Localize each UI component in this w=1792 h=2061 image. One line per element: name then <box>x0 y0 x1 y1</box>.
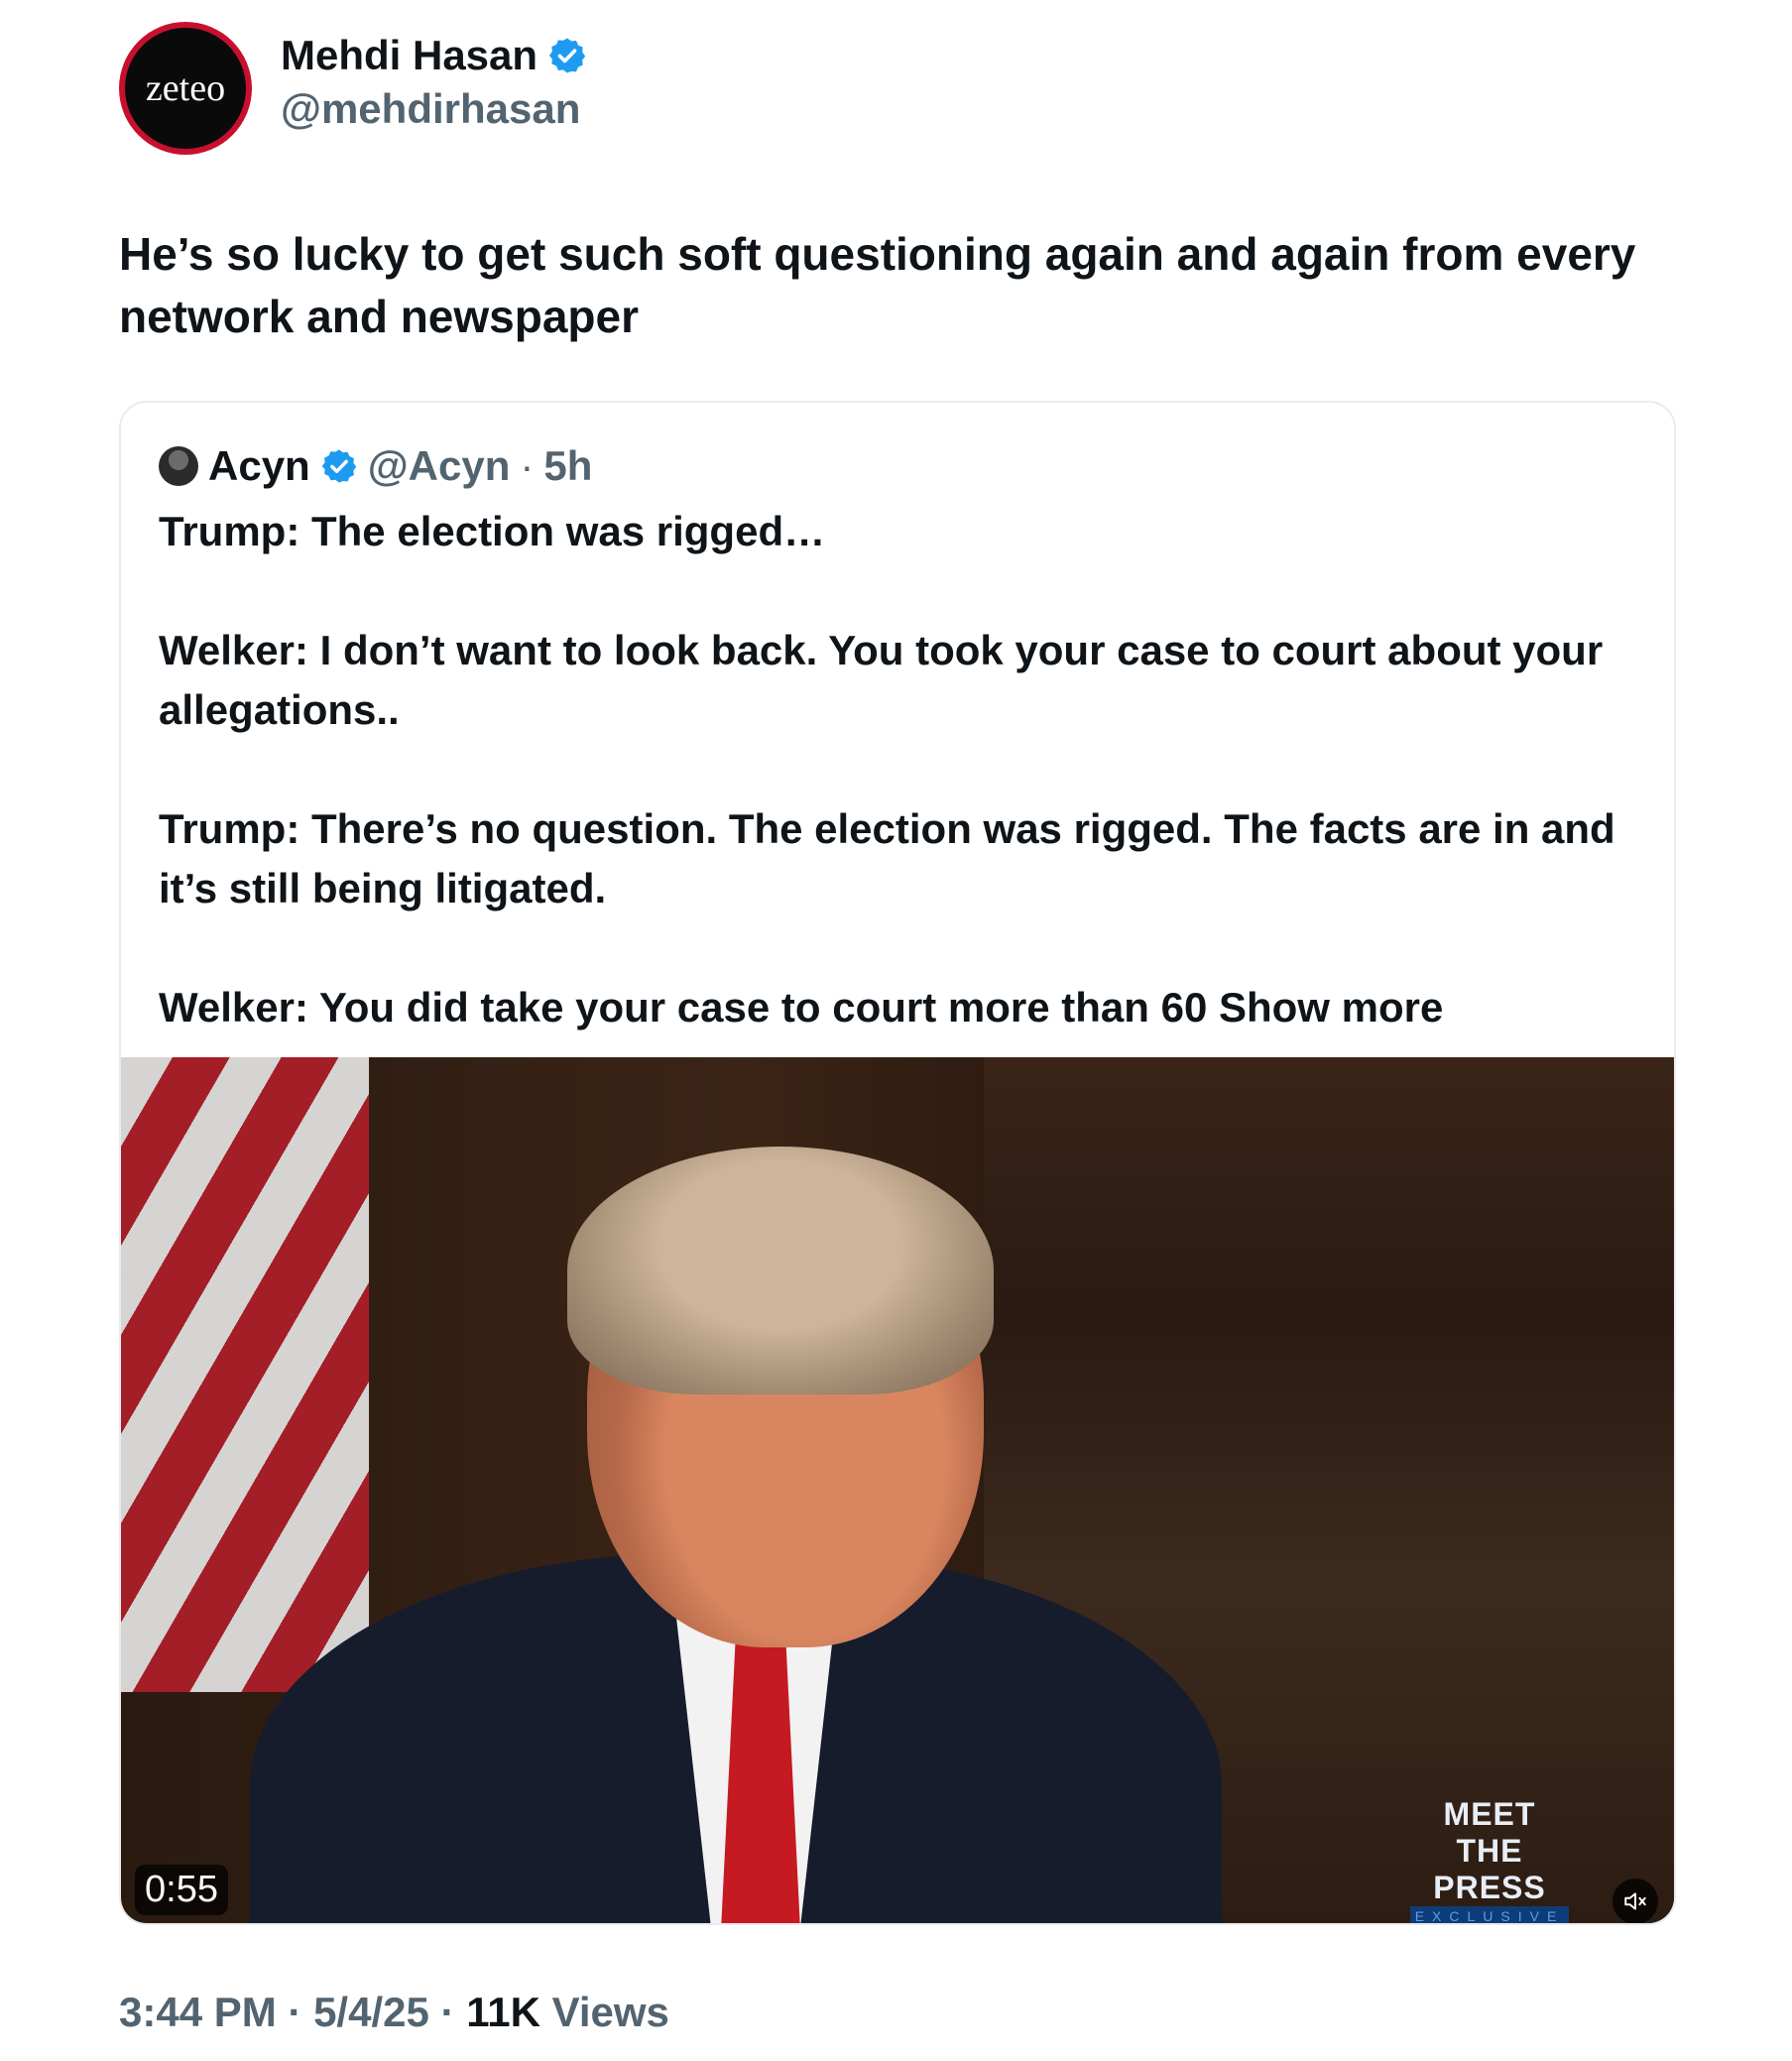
views-label: Views <box>551 1989 669 2035</box>
show-more-link[interactable]: Show more <box>1219 984 1443 1030</box>
avatar-text: zeteo <box>145 67 226 109</box>
muted-speaker-icon <box>1624 1892 1646 1910</box>
views-count: 11K <box>466 1989 540 2035</box>
tweet-header: zeteo Mehdi Hasan @mehdirhasan <box>119 22 1012 155</box>
name-row: Mehdi Hasan <box>281 32 587 79</box>
post-time[interactable]: 3:44 PM <box>119 1989 277 2035</box>
verified-badge-icon <box>321 449 356 483</box>
display-name[interactable]: Mehdi Hasan <box>281 32 538 79</box>
quoted-handle[interactable]: @Acyn <box>368 442 511 490</box>
quoted-tweet-header: Acyn @Acyn · 5h <box>159 442 592 490</box>
quoted-tweet-text: Trump: The election was rigged… Welker: … <box>159 502 1636 1037</box>
video-person-hair <box>567 1147 994 1394</box>
quoted-tweet[interactable]: Acyn @Acyn · 5h Trump: The election was … <box>119 401 1676 1925</box>
video-flag <box>121 1057 369 1692</box>
tweet-meta: 3:44 PM · 5/4/25 · 11K Views <box>119 1989 669 2036</box>
mute-button[interactable] <box>1613 1879 1658 1923</box>
meet-the-press-logo: MEET THE PRESS EXCLUSIVE <box>1410 1796 1569 1923</box>
quoted-paragraph: Trump: There’s no question. The election… <box>159 805 1615 911</box>
quoted-timestamp[interactable]: 5h <box>543 442 592 490</box>
quoted-paragraph-text: Welker: You did take your case to court … <box>159 984 1208 1030</box>
meta-separator: · <box>440 1989 455 2035</box>
avatar-logo: zeteo <box>125 28 246 149</box>
tweet-text: He’s so lucky to get such soft questioni… <box>119 228 1636 342</box>
logo-sub-text: EXCLUSIVE <box>1410 1906 1569 1923</box>
quoted-avatar[interactable] <box>159 446 198 486</box>
quoted-display-name[interactable]: Acyn <box>208 442 310 490</box>
video-duration: 0:55 <box>135 1865 228 1915</box>
post-date[interactable]: 5/4/25 <box>313 1989 429 2035</box>
avatar[interactable]: zeteo <box>119 22 252 155</box>
separator-dot: · <box>520 442 535 489</box>
logo-main-text: MEET THE PRESS <box>1433 1796 1546 1905</box>
quoted-paragraph-last: Welker: You did take your case to court … <box>159 978 1636 1037</box>
quoted-paragraph: Trump: The election was rigged… <box>159 508 826 554</box>
video-player[interactable]: MEET THE PRESS EXCLUSIVE 0:55 <box>121 1057 1674 1923</box>
meta-separator: · <box>288 1989 302 2035</box>
handle[interactable]: @mehdirhasan <box>281 85 580 133</box>
quoted-paragraph: Welker: I don’t want to look back. You t… <box>159 627 1604 733</box>
verified-badge-icon[interactable] <box>547 36 587 75</box>
